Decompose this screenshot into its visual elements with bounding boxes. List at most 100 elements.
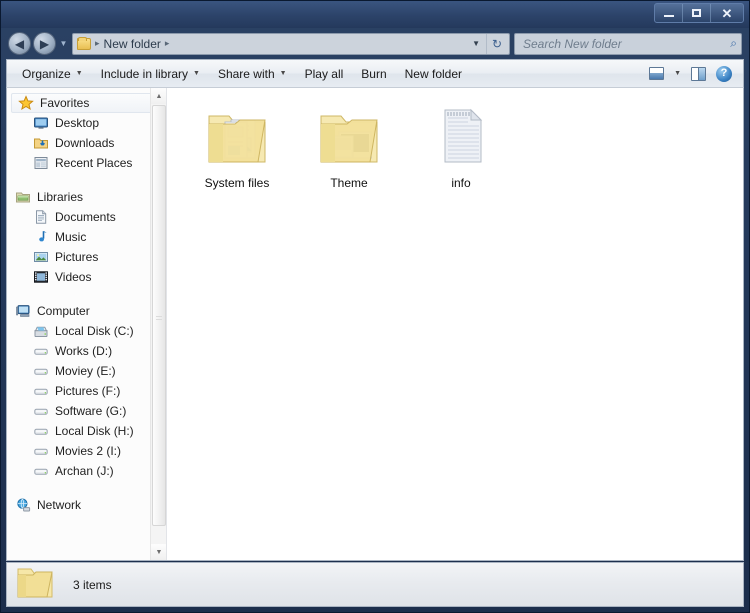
file-list-view[interactable]: System files Theme info: [167, 88, 743, 560]
chevron-up-icon: ▲: [155, 92, 163, 100]
libraries-icon: [15, 189, 31, 205]
toolbar-label: Play all: [304, 66, 344, 81]
sidebar-item-network[interactable]: Network: [7, 495, 166, 515]
sidebar-item-pictures-f[interactable]: Pictures (F:): [7, 381, 166, 401]
scroll-down-button[interactable]: ▼: [151, 544, 166, 560]
sidebar-item-libraries[interactable]: Libraries: [7, 187, 166, 207]
change-view-button[interactable]: [644, 63, 669, 85]
sidebar-label: Desktop: [55, 116, 100, 130]
refresh-button[interactable]: ↻: [486, 33, 507, 54]
close-button[interactable]: ✕: [711, 4, 743, 22]
sidebar-label: Pictures (F:): [55, 384, 121, 398]
search-input[interactable]: Search New folder: [523, 37, 730, 51]
sidebar-item-recent-places[interactable]: Recent Places: [7, 153, 166, 173]
sidebar-item-desktop[interactable]: Desktop: [7, 113, 166, 133]
sidebar-label: Local Disk (H:): [55, 424, 134, 438]
chevron-down-icon: ▼: [279, 70, 287, 77]
sidebar-label: Archan (J:): [55, 464, 114, 478]
sidebar-label: Documents: [55, 210, 116, 224]
scrollbar-grip-icon: [156, 315, 162, 321]
sidebar-item-pictures[interactable]: Pictures: [7, 247, 166, 267]
toolbar-button-include-in-library[interactable]: Include in library ▼: [92, 63, 209, 85]
sidebar-item-local-disk-c[interactable]: Local Disk (C:): [7, 321, 166, 341]
toolbar-label: Share with: [217, 66, 275, 81]
chevron-down-icon: ▼: [674, 70, 681, 77]
drive-icon: [33, 423, 49, 439]
sidebar-item-videos[interactable]: Videos: [7, 267, 166, 287]
toolbar-label: Include in library: [100, 66, 189, 81]
system-drive-icon: [33, 323, 49, 339]
sidebar-item-archan-j[interactable]: Archan (J:): [7, 461, 166, 481]
forward-arrow-icon: ▶: [39, 36, 50, 51]
music-icon: [33, 229, 49, 245]
help-button[interactable]: ?: [711, 63, 737, 85]
downloads-icon: [33, 135, 49, 151]
search-icon: ⌕: [730, 36, 737, 50]
text-document-icon: [425, 102, 497, 170]
sidebar-item-local-disk-h[interactable]: Local Disk (H:): [7, 421, 166, 441]
breadcrumb-separator-1: ▸: [95, 38, 100, 48]
sidebar-item-favorites[interactable]: Favorites: [11, 93, 160, 113]
navigation-pane: Favorites Desktop Downloads Recent Place…: [7, 88, 167, 560]
minimize-button[interactable]: [655, 4, 683, 22]
desktop-icon: [33, 115, 49, 131]
file-item-system-files[interactable]: System files: [181, 98, 293, 190]
sidebar-item-music[interactable]: Music: [7, 227, 166, 247]
sidebar-item-downloads[interactable]: Downloads: [7, 133, 166, 153]
sidebar-label: Favorites: [40, 96, 90, 110]
toolbar-button-organize[interactable]: Organize ▼: [13, 63, 92, 85]
chevron-down-icon: ▼: [193, 70, 200, 77]
toolbar-button-play-all[interactable]: Play all: [296, 63, 353, 85]
back-button[interactable]: ◀: [8, 32, 31, 55]
maximize-button[interactable]: [683, 4, 711, 22]
address-bar[interactable]: ▸ New folder ▸ ▼ ↻: [72, 32, 510, 55]
chevron-down-icon[interactable]: ▼: [466, 39, 486, 48]
sidebar-scrollbar[interactable]: ▲ ▼: [150, 88, 166, 560]
file-item-theme[interactable]: Theme: [293, 98, 405, 190]
folder-icon: [77, 36, 91, 50]
sidebar-item-movies-2-i[interactable]: Movies 2 (I:): [7, 441, 166, 461]
window-controls: ✕: [654, 3, 744, 23]
breadcrumb-current[interactable]: New folder: [104, 37, 161, 51]
sidebar-item-computer[interactable]: Computer: [7, 301, 166, 321]
toolbar-label: New folder: [404, 66, 462, 81]
drive-icon: [33, 463, 49, 479]
refresh-icon: ↻: [491, 36, 503, 51]
chevron-down-icon: ▼: [155, 548, 163, 556]
search-box[interactable]: Search New folder ⌕: [514, 32, 742, 55]
title-bar: ✕: [1, 1, 749, 28]
toolbar-button-burn[interactable]: Burn: [352, 63, 395, 85]
toolbar-button-new-folder[interactable]: New folder: [396, 63, 471, 85]
change-view-dropdown[interactable]: ▼: [669, 63, 686, 85]
scrollbar-thumb[interactable]: [152, 105, 166, 526]
sidebar-label: Libraries: [37, 190, 84, 204]
explorer-body: Favorites Desktop Downloads Recent Place…: [6, 87, 744, 561]
sidebar-item-documents[interactable]: Documents: [7, 207, 166, 227]
minimize-icon: [663, 15, 674, 17]
drive-icon: [33, 403, 49, 419]
sidebar-item-works-d[interactable]: Works (D:): [7, 341, 166, 361]
sidebar-item-software-g[interactable]: Software (G:): [7, 401, 166, 421]
sidebar-label: Recent Places: [55, 156, 133, 170]
preview-pane-button[interactable]: [686, 63, 711, 85]
scroll-up-button[interactable]: ▲: [151, 88, 166, 104]
help-icon: ?: [716, 65, 732, 82]
sidebar-item-moviey-e[interactable]: Moviey (E:): [7, 361, 166, 381]
navigation-buttons: ◀ ▶ ▼: [8, 32, 68, 55]
toolbar-button-share-with[interactable]: Share with ▼: [209, 63, 296, 85]
breadcrumb-separator-2[interactable]: ▸: [161, 38, 174, 49]
item-count-label: 3 items: [73, 577, 112, 592]
sidebar-label: Downloads: [55, 136, 115, 150]
file-tiles: System files Theme info: [181, 98, 743, 190]
folder-with-documents-icon: [201, 102, 273, 170]
sidebar-label: Pictures: [55, 250, 99, 264]
file-item-info[interactable]: info: [405, 98, 517, 190]
videos-icon: [33, 269, 49, 285]
recent-pages-button[interactable]: ▼: [59, 39, 68, 48]
forward-button[interactable]: ▶: [33, 32, 56, 55]
file-item-label: info: [451, 176, 471, 190]
status-bar: 3 items: [6, 562, 744, 607]
